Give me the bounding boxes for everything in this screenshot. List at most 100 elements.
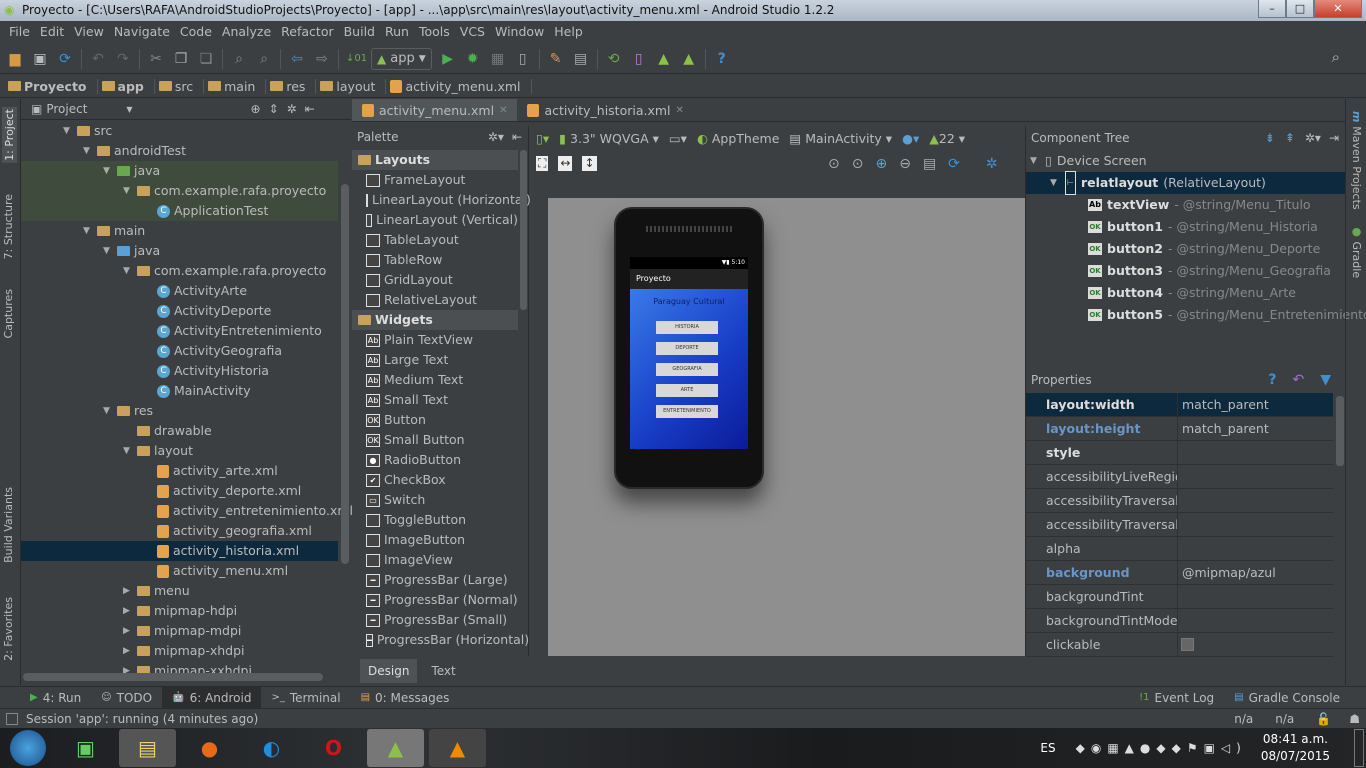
settings-tools-icon[interactable]: ✎ <box>547 50 565 68</box>
zoom-out-icon[interactable]: ⊖ <box>899 156 911 172</box>
tree-item-button4[interactable]: OK button4- @string/Menu_Arte <box>1088 282 1296 304</box>
restore-default-icon[interactable]: ↶ <box>1292 370 1304 394</box>
settings-icon[interactable]: ✲ <box>287 102 297 116</box>
maximize-button[interactable]: □ <box>1286 0 1314 18</box>
tool-window-terminal[interactable]: >_ Terminal <box>261 687 350 709</box>
property-row[interactable]: clickable <box>1026 633 1333 657</box>
start-button[interactable] <box>10 730 46 766</box>
tree-item[interactable]: activity_arte.xml <box>143 461 278 481</box>
copy-icon[interactable]: ❐ <box>172 50 190 68</box>
tree-item-textView[interactable]: Ab textView - @string/Menu_Titulo <box>1088 194 1311 216</box>
property-row[interactable]: layout:width match_parent <box>1026 393 1333 417</box>
locate-icon[interactable]: ⊕ <box>251 102 261 116</box>
palette-item[interactable]: ✔ CheckBox <box>352 470 518 490</box>
tool-window-4-run[interactable]: ▶ 4: Run <box>20 687 91 709</box>
coverage-icon[interactable]: ▦ <box>489 50 507 68</box>
property-row[interactable]: alpha <box>1026 537 1333 561</box>
page-icon[interactable]: ▤ <box>923 156 936 172</box>
paste-icon[interactable]: ❏ <box>197 50 215 68</box>
property-row[interactable]: accessibilityTraversalBefore <box>1026 513 1333 537</box>
tree-item[interactable]: ▼ androidTest <box>83 141 186 161</box>
sync-icon[interactable]: ⟳ <box>56 50 74 68</box>
expanded-arrow-icon[interactable]: ▼ <box>103 241 113 261</box>
palette-item[interactable]: ToggleButton <box>352 510 518 530</box>
tree-item-relatlayout[interactable]: ▼ ⊢ relatlayout (RelativeLayout) <box>1026 171 1345 195</box>
close-tab-icon[interactable]: ✕ <box>676 105 684 116</box>
menu-file[interactable]: File <box>4 21 35 43</box>
fill-width-icon[interactable]: ↔ <box>558 156 573 171</box>
palette-item[interactable]: Ab Large Text <box>352 350 518 370</box>
palette-item[interactable]: Ab Medium Text <box>352 370 518 390</box>
tree-settings-icon[interactable]: ✲▾ <box>1305 126 1321 150</box>
tree-item[interactable]: ▼ java <box>103 241 160 261</box>
run-config-select[interactable]: ▲ app ▼ <box>371 47 432 70</box>
property-row[interactable]: layout:height match_parent <box>1026 417 1333 441</box>
project-horizontal-scrollbar[interactable] <box>23 673 323 681</box>
palette-item[interactable]: OK Button <box>352 410 518 430</box>
expanded-arrow-icon[interactable]: ▼ <box>123 441 133 461</box>
project-structure-icon[interactable]: ▤ <box>572 50 590 68</box>
make-project-icon[interactable]: ↓01 <box>346 50 367 68</box>
attach-debugger-icon[interactable]: ▯ <box>514 50 532 68</box>
help-icon[interactable]: ? <box>1268 370 1276 394</box>
tree-item-device-screen[interactable]: ▼ ▯ Device Screen <box>1030 150 1147 172</box>
taskbar-ccleaner[interactable]: ◐ <box>243 729 300 767</box>
close-tab-icon[interactable]: ✕ <box>499 105 507 116</box>
project-view-select[interactable]: Project <box>46 102 126 116</box>
tree-item[interactable]: C ApplicationTest <box>143 201 268 221</box>
palette-item[interactable]: ━ ProgressBar (Horizontal) <box>352 630 529 650</box>
design-canvas[interactable]: ▼▮ 5:10 Proyecto Paraguay Cultural HISTO… <box>548 198 1025 656</box>
menu-vcs[interactable]: VCS <box>455 21 490 43</box>
palette-hide-icon[interactable]: ⇤ <box>512 126 522 148</box>
palette-item[interactable]: ━ ProgressBar (Normal) <box>352 590 518 610</box>
breadcrumb-item[interactable]: res <box>270 78 317 94</box>
palette-item[interactable]: Ab Plain TextView <box>352 330 518 350</box>
save-icon[interactable]: ▣ <box>31 50 49 68</box>
breadcrumb-item[interactable]: app <box>101 78 155 94</box>
back-icon[interactable]: ⇦ <box>288 50 306 68</box>
tree-item[interactable]: activity_historia.xml <box>143 541 299 561</box>
palette-settings-icon[interactable]: ✲▾ <box>488 126 504 148</box>
property-row[interactable]: background @mipmap/azul <box>1026 561 1333 585</box>
help-icon[interactable]: ? <box>713 50 731 68</box>
tree-item-button1[interactable]: OK button1- @string/Menu_Historia <box>1088 216 1318 238</box>
tree-item[interactable]: activity_entretenimiento.xml <box>143 501 353 521</box>
property-row[interactable]: backgroundTintMode <box>1026 609 1333 633</box>
zoom-fit-icon[interactable]: ⊙ <box>828 156 840 172</box>
palette-item[interactable]: ImageButton <box>352 530 518 550</box>
tree-item-button5[interactable]: OK button5- @string/Menu_Entretenimiento <box>1088 304 1366 326</box>
zoom-actual-icon[interactable]: ⊙ <box>852 156 864 172</box>
tool-tab-gradle[interactable]: ● Gradle <box>1350 225 1363 278</box>
breadcrumb-item[interactable]: activity_menu.xml <box>390 78 532 94</box>
collapsed-arrow-icon[interactable]: ▶ <box>123 601 133 621</box>
palette-item[interactable]: LinearLayout (Horizontal) <box>352 190 531 210</box>
menu-window[interactable]: Window <box>490 21 549 43</box>
tree-item[interactable]: activity_menu.xml <box>143 561 288 581</box>
tree-item[interactable]: C ActivityGeografia <box>143 341 282 361</box>
tool-window-todo[interactable]: ☺ TODO <box>91 687 162 709</box>
expand-all-icon[interactable]: ⇟ <box>1265 126 1275 150</box>
expanded-arrow-icon[interactable]: ▼ <box>123 181 133 201</box>
collapse-all-icon[interactable]: ⇞ <box>1285 126 1295 150</box>
breadcrumb-item[interactable]: layout <box>320 78 387 94</box>
property-row[interactable]: backgroundTint <box>1026 585 1333 609</box>
zoom-in-icon[interactable]: ⊕ <box>875 156 887 172</box>
tool-tab-build-variants[interactable]: Build Variants <box>2 487 15 563</box>
tool-window-6-android[interactable]: 🤖 6: Android <box>162 686 262 709</box>
tree-item[interactable]: ▶ mipmap-hdpi <box>123 601 237 621</box>
palette-category[interactable]: Layouts <box>352 150 518 170</box>
clock[interactable]: 08:41 a.m. 08/07/2015 <box>1261 731 1330 765</box>
expanded-arrow-icon[interactable]: ▼ <box>83 141 93 161</box>
tree-item[interactable]: ▼ main <box>83 221 145 241</box>
editor-tab[interactable]: activity_historia.xml ✕ <box>517 99 693 121</box>
expanded-arrow-icon[interactable]: ▼ <box>103 401 113 421</box>
zoom-to-fit-icon[interactable]: ⛶ <box>536 156 549 171</box>
status-toggle-icon[interactable] <box>6 712 18 725</box>
palette-scrollbar[interactable] <box>520 150 527 310</box>
locale-icon[interactable]: ●▾ <box>902 131 919 146</box>
tab-text[interactable]: Text <box>417 659 469 683</box>
tab-design[interactable]: Design <box>360 658 418 683</box>
gradle-sync-icon[interactable]: ⟲ <box>605 50 623 68</box>
avd-manager-icon[interactable]: ▯ <box>630 50 648 68</box>
minimize-button[interactable]: – <box>1258 0 1286 18</box>
